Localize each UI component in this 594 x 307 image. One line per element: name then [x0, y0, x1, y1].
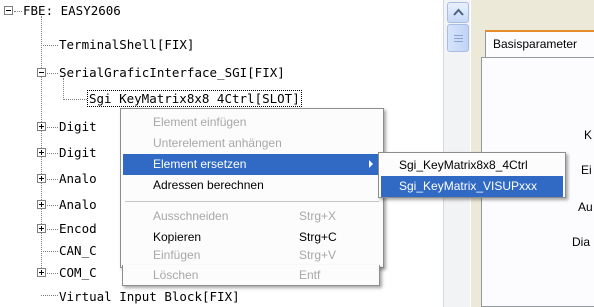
tree-node-virtual-input[interactable]: Virtual Input Block[FIX] [59, 286, 240, 307]
menu-item-label: Einfügen [153, 248, 201, 262]
submenu-element-ersetzen: Sgi_KeyMatrix8x8_4Ctrl Sgi_KeyMatrix_VIS… [378, 152, 566, 198]
collapse-toggle-icon[interactable] [37, 68, 46, 77]
menu-item-shortcut: Strg+X [299, 209, 337, 223]
field-label: K [584, 128, 593, 142]
submenu-item-keymatrix-visupxxx[interactable]: Sgi_KeyMatrix_VISUPxxx [381, 176, 563, 197]
tree-node-label: SerialGraficInterface_SGI[FIX] [59, 65, 285, 80]
menu-item-shortcut: Entf [299, 268, 321, 282]
submenu-arrow-icon [369, 160, 373, 168]
tree-node-encod[interactable]: Encod [59, 218, 97, 240]
tree-node-analo-2[interactable]: Analo [59, 194, 97, 216]
menu-item-label: Unterelement anhängen [153, 136, 282, 150]
submenu-item-keymatrix8x8[interactable]: Sgi_KeyMatrix8x8_4Ctrl [381, 155, 563, 176]
tree-node-label: Virtual Input Block[FIX] [59, 289, 240, 304]
menu-item-label: Ausschneiden [153, 209, 229, 223]
field-label: Dia [572, 235, 591, 249]
tree-node-sgi-keymatrix[interactable]: Sgi KeyMatrix8x8 4Ctrl[SLOT] [87, 88, 302, 110]
expand-toggle-icon[interactable] [37, 268, 46, 277]
context-menu: Element einfügen Unterelement anhängen E… [120, 108, 384, 268]
tree-node-label: TerminalShell[FIX] [59, 37, 195, 52]
tree-node-sgi[interactable]: SerialGraficInterface_SGI[FIX] [59, 62, 285, 84]
tree-node-can[interactable]: CAN_C [59, 240, 97, 262]
menu-item-label: Element ersetzen [153, 157, 247, 171]
tree-node-com[interactable]: COM_C [59, 262, 97, 284]
tab-basisparameter[interactable]: Basisparameter [485, 30, 594, 58]
expand-toggle-icon[interactable] [37, 224, 46, 233]
tree-node-label: COM_C [59, 265, 97, 280]
submenu-item-label: Sgi_KeyMatrix_VISUPxxx [399, 179, 538, 193]
menu-item-element-ersetzen[interactable]: Element ersetzen [123, 154, 381, 175]
expand-toggle-icon[interactable] [37, 148, 46, 157]
tree-node-label: Analo [59, 171, 97, 186]
field-label: Au [578, 200, 593, 214]
menu-item-ausschneiden[interactable]: Ausschneiden Strg+X [123, 206, 381, 227]
chevron-up-icon [453, 8, 464, 16]
menu-item-label: Löschen [153, 268, 199, 282]
expand-toggle-icon[interactable] [37, 174, 46, 183]
tree-node-analo-1[interactable]: Analo [59, 168, 97, 190]
expand-toggle-icon[interactable] [37, 122, 46, 131]
collapse-toggle-icon[interactable] [4, 6, 13, 15]
submenu-item-label: Sgi_KeyMatrix8x8_4Ctrl [399, 158, 528, 172]
field-label: Ei [581, 163, 592, 177]
tree-node-digit-2[interactable]: Digit [59, 142, 97, 164]
menu-item-loeschen[interactable]: Löschen Entf [122, 265, 380, 286]
tree-node-label: Encod [59, 221, 97, 236]
tree-node-label: Digit [59, 119, 97, 134]
menu-separator [125, 201, 379, 202]
menu-item-adressen-berechnen[interactable]: Adressen berechnen [123, 175, 381, 196]
menu-item-einfuegen[interactable]: Einfügen Strg+V [123, 245, 381, 266]
tree-node-label-selected: Sgi KeyMatrix8x8 4Ctrl[SLOT] [87, 90, 302, 107]
tree-node-label: Analo [59, 197, 97, 212]
menu-item-shortcut: Strg+V [299, 248, 337, 262]
tree-node-digit-1[interactable]: Digit [59, 116, 97, 138]
tree-node-terminalshell[interactable]: TerminalShell[FIX] [59, 34, 194, 56]
menu-item-label: Adressen berechnen [153, 178, 264, 192]
expand-toggle-icon[interactable] [37, 200, 46, 209]
menu-item-label: Element einfügen [153, 115, 247, 129]
tree-node-label: CAN_C [59, 243, 97, 258]
scroll-thumb[interactable] [447, 24, 469, 52]
menu-item-element-einfuegen[interactable]: Element einfügen [123, 112, 381, 133]
tree-node-label: Digit [59, 145, 97, 160]
menu-item-unterelement-anhaengen[interactable]: Unterelement anhängen [123, 133, 381, 154]
tree-node-label: FBE: EASY2606 [23, 3, 121, 18]
tree-node-root[interactable]: FBE: EASY2606 [23, 0, 121, 22]
scroll-up-button[interactable] [447, 2, 469, 23]
